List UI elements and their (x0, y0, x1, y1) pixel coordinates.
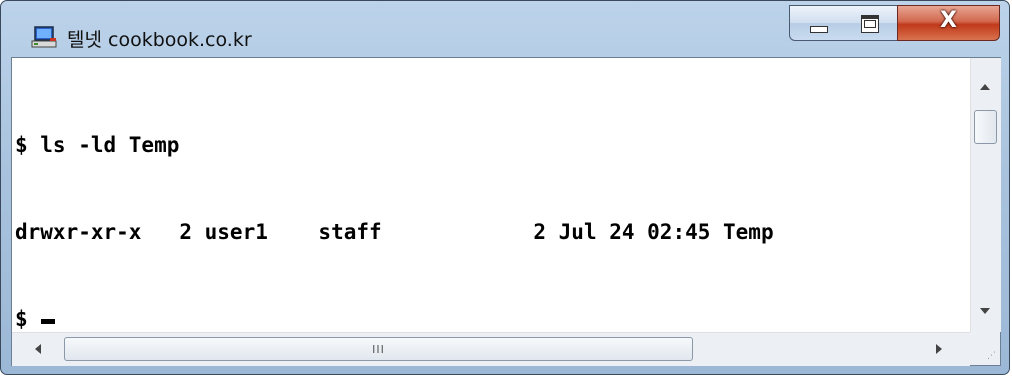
window-title: 텔넷 cookbook.co.kr (67, 29, 252, 51)
close-button[interactable]: X (897, 5, 1000, 41)
horizontal-scroll-thumb[interactable]: III (64, 337, 693, 361)
vertical-scrollbar[interactable] (970, 58, 1001, 332)
resize-grip[interactable]: ⋰ (970, 332, 1000, 365)
horizontal-scrollbar[interactable]: III (12, 332, 970, 366)
telnet-window: 텔넷 cookbook.co.kr X $ ls -ld Temp drwxr-… (0, 0, 1010, 375)
resize-grip-icon: ⋰ (987, 351, 996, 361)
terminal-line: $ ls -ld Temp (15, 133, 180, 157)
maximize-icon (861, 15, 879, 33)
terminal-prompt: $ (15, 307, 41, 331)
minimize-button[interactable] (789, 5, 845, 41)
vertical-scroll-thumb[interactable] (974, 110, 997, 144)
scroll-right-arrow-icon[interactable] (936, 344, 942, 354)
close-icon: X (940, 8, 957, 33)
terminal-output[interactable]: $ ls -ld Temp drwxr-xr-x 2 user1 staff 2… (12, 58, 970, 332)
terminal-client-area: $ ls -ld Temp drwxr-xr-x 2 user1 staff 2… (11, 57, 1001, 366)
minimize-icon (810, 26, 828, 33)
text-cursor (41, 319, 56, 324)
scroll-down-arrow-icon[interactable] (980, 308, 990, 314)
terminal-prompt-line: $ (15, 305, 970, 334)
title-bar[interactable]: 텔넷 cookbook.co.kr X (1, 1, 1009, 57)
scroll-grip-icon: III (372, 343, 385, 356)
scroll-left-arrow-icon[interactable] (35, 344, 41, 354)
maximize-button[interactable] (844, 5, 898, 41)
terminal-line: drwxr-xr-x 2 user1 staff 2 Jul 24 02:45 … (15, 220, 774, 244)
telnet-computer-icon (31, 26, 57, 48)
scroll-up-arrow-icon[interactable] (980, 84, 990, 90)
